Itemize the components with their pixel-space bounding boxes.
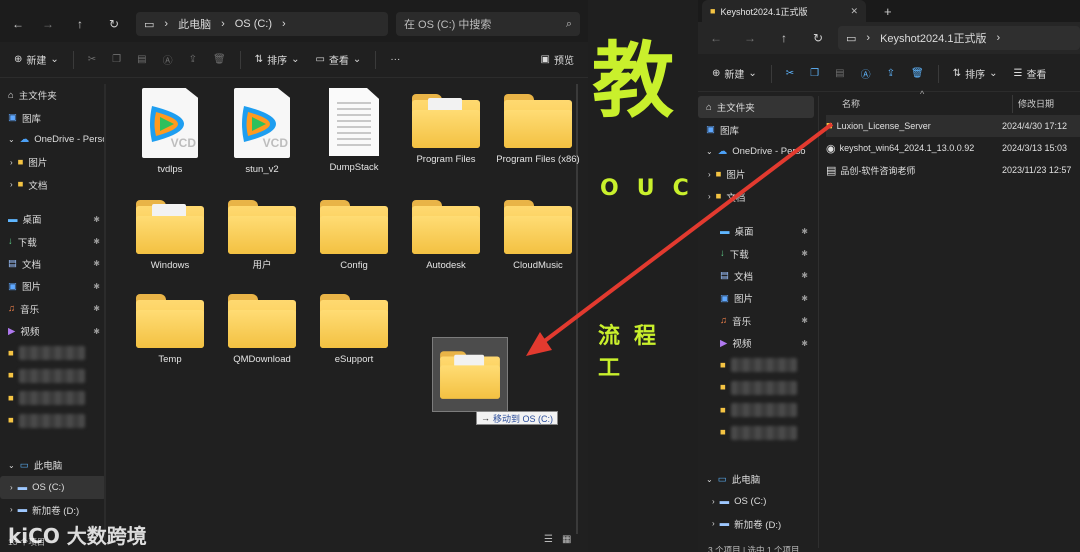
arrow-line <box>536 122 834 348</box>
annotation-arrow <box>526 122 834 356</box>
watermark: kiCO 大数跨境 <box>8 524 147 548</box>
arrow-head <box>526 332 552 356</box>
